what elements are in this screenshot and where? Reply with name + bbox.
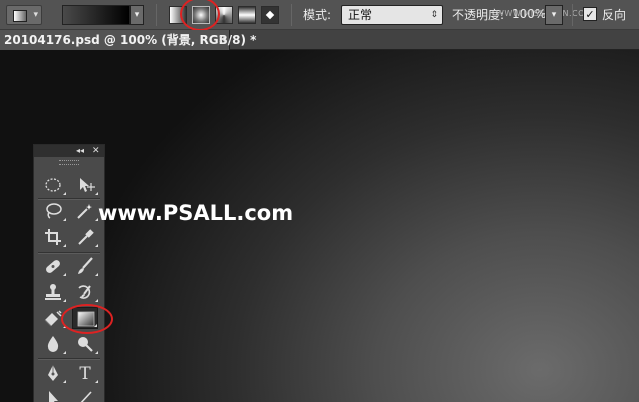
active-tool-highlight-ring (61, 304, 113, 334)
double-chevron-left-icon[interactable]: ◂◂ (76, 145, 84, 157)
close-icon[interactable]: ✕ (218, 32, 227, 48)
opacity-dropdown[interactable]: ▾ (545, 5, 563, 25)
selection-highlight-ring (180, 0, 220, 31)
chevron-down-icon: ▾ (134, 10, 140, 20)
type-tool-glyph: T (79, 364, 91, 383)
crop-icon[interactable] (40, 226, 66, 248)
photoshop-window: ▾ ▾ 模式: 正常 ⇕ 不透明度: 100% WWW.MISSYUAN.COM… (0, 0, 639, 402)
chevron-down-icon: ▾ (551, 10, 557, 20)
clone-stamp-icon[interactable] (40, 281, 66, 303)
gradient-tool-preset-icon (13, 10, 27, 22)
blur-icon[interactable] (40, 333, 66, 355)
magic-wand-icon[interactable] (72, 200, 98, 222)
canvas-overlay-text: www.PSALL.com (98, 201, 294, 225)
updown-chevron-icon: ⇕ (430, 10, 438, 20)
healing-brush-icon[interactable] (40, 255, 66, 277)
mode-label: 模式: (303, 8, 332, 22)
reflected-gradient-icon[interactable] (238, 6, 256, 24)
divider (572, 4, 573, 26)
line-icon[interactable] (72, 387, 98, 402)
reverse-checkbox[interactable]: ✓ (583, 7, 597, 21)
mode-select[interactable]: 正常 ⇕ (341, 5, 443, 25)
gradient-preview[interactable] (62, 5, 130, 25)
mode-value: 正常 (348, 8, 373, 22)
panel-grip[interactable] (59, 160, 79, 165)
elliptical-marquee-icon[interactable] (40, 174, 66, 196)
document-tab[interactable]: 20104176.psd @ 100% (背景, RGB/8) * ✕ (0, 30, 256, 50)
history-brush-icon[interactable] (72, 281, 98, 303)
reverse-label: 反向 (602, 8, 627, 22)
divider (38, 252, 100, 254)
diamond-gradient-icon[interactable] (261, 6, 279, 24)
tools-panel: ◂◂ ✕ T (33, 144, 105, 402)
pen-icon[interactable] (40, 362, 66, 384)
tools-panel-header[interactable]: ◂◂ ✕ (34, 145, 104, 157)
options-bar: ▾ ▾ 模式: 正常 ⇕ 不透明度: 100% WWW.MISSYUAN.COM… (0, 0, 639, 31)
move-icon[interactable] (72, 174, 98, 196)
dodge-icon[interactable] (72, 333, 98, 355)
document-tab-bar: 20104176.psd @ 100% (背景, RGB/8) * ✕ (0, 30, 639, 50)
path-selection-icon[interactable] (40, 387, 66, 402)
eyedropper-icon[interactable] (72, 226, 98, 248)
chevron-down-icon: ▾ (33, 10, 38, 20)
divider (156, 4, 157, 26)
close-icon[interactable]: ✕ (92, 145, 100, 157)
divider (291, 4, 292, 26)
gradient-picker-dropdown[interactable]: ▾ (130, 5, 144, 25)
checkmark-icon: ✓ (585, 8, 595, 21)
divider (38, 358, 100, 360)
brush-icon[interactable] (72, 255, 98, 277)
tool-preset-picker[interactable]: ▾ (6, 5, 42, 25)
type-icon[interactable]: T (72, 362, 98, 384)
lasso-icon[interactable] (40, 200, 66, 222)
